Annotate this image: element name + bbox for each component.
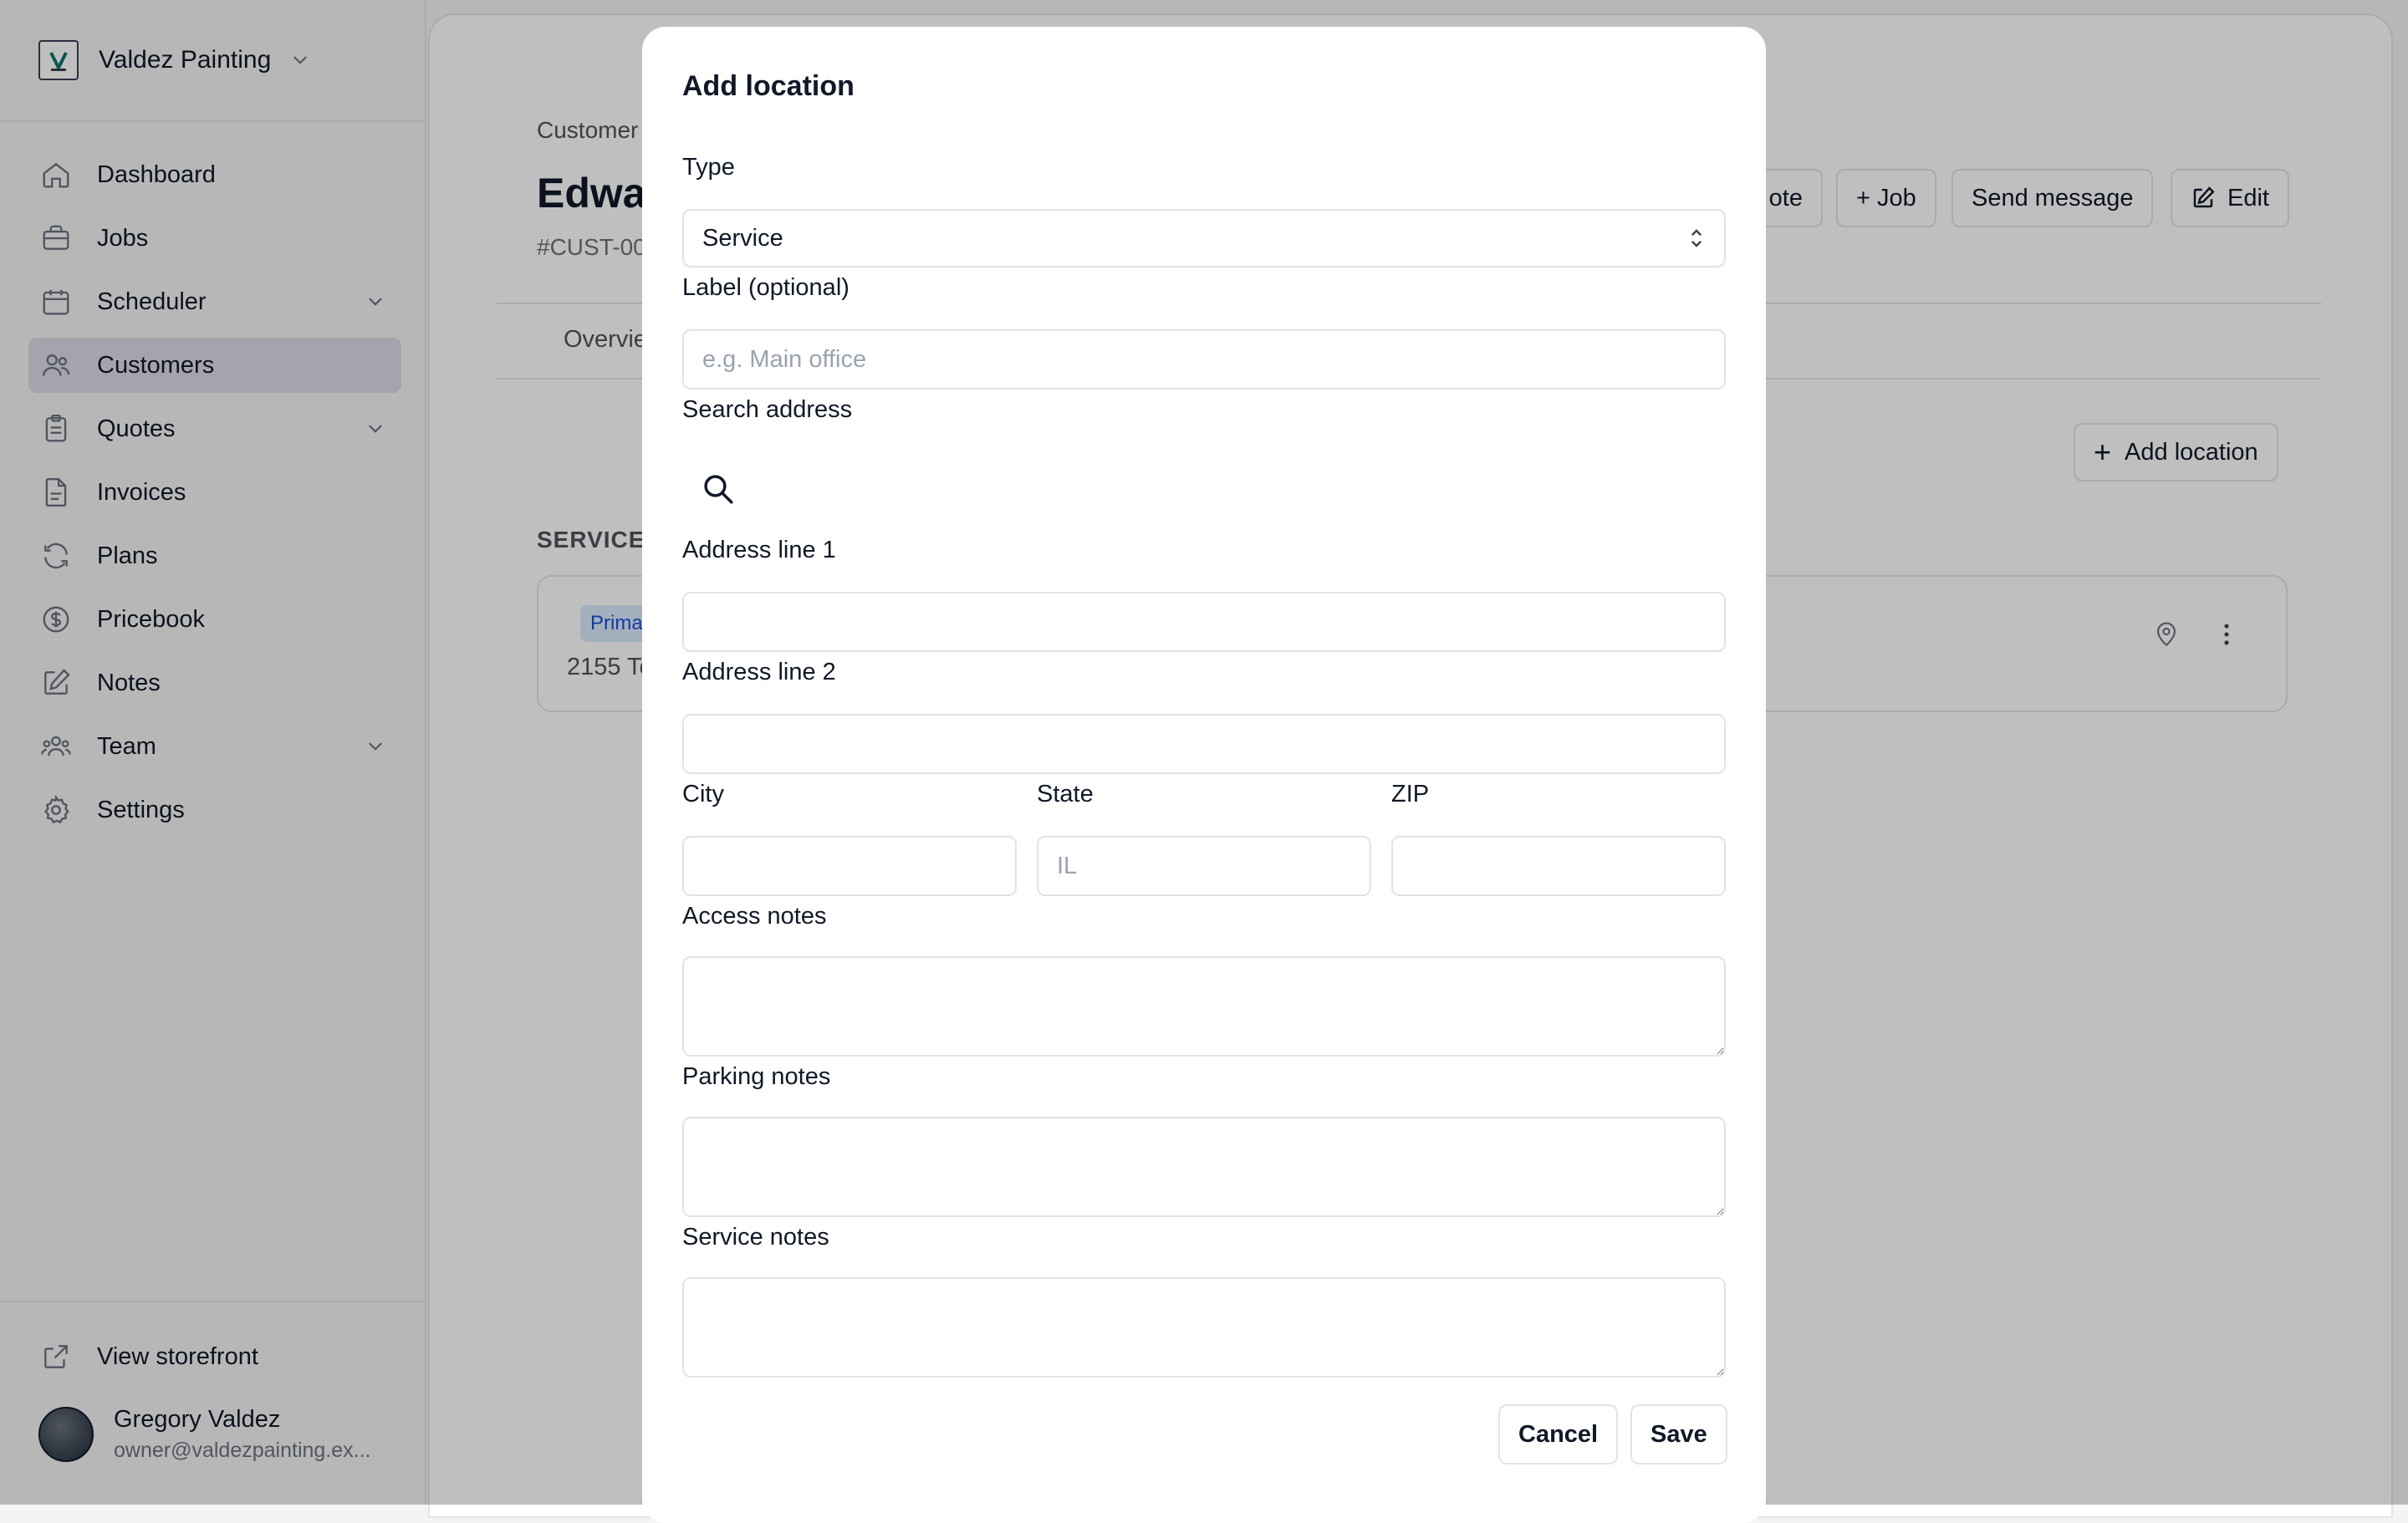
access-notes-label: Access notes xyxy=(682,903,827,930)
type-label: Type xyxy=(682,154,735,181)
label-input[interactable] xyxy=(682,329,1726,390)
address-line-1-input[interactable] xyxy=(682,592,1726,652)
zip-label: ZIP xyxy=(1391,781,1430,807)
address-line-1-label: Address line 1 xyxy=(682,537,836,563)
add-location-modal: Add location Type Service Label (optiona… xyxy=(642,27,1766,1523)
address-line-2-input[interactable] xyxy=(682,714,1726,774)
type-select-value: Service xyxy=(702,224,783,252)
service-notes-label: Service notes xyxy=(682,1224,829,1250)
city-label: City xyxy=(682,781,724,807)
service-notes-textarea[interactable] xyxy=(682,1277,1726,1378)
address-line-2-label: Address line 2 xyxy=(682,659,836,685)
access-notes-textarea[interactable] xyxy=(682,956,1726,1057)
cancel-label: Cancel xyxy=(1518,1420,1599,1448)
parking-notes-label: Parking notes xyxy=(682,1063,831,1090)
label-field-label: Label (optional) xyxy=(682,274,849,301)
modal-title: Add location xyxy=(682,70,855,102)
save-button[interactable]: Save xyxy=(1630,1404,1727,1464)
city-input[interactable] xyxy=(682,836,1017,896)
save-label: Save xyxy=(1650,1420,1707,1448)
cancel-button[interactable]: Cancel xyxy=(1498,1404,1619,1464)
zip-input[interactable] xyxy=(1391,836,1726,896)
search-address-label: Search address xyxy=(682,396,853,423)
chevron-up-down-icon xyxy=(1691,229,1701,247)
parking-notes-textarea[interactable] xyxy=(682,1117,1726,1217)
state-input[interactable] xyxy=(1037,836,1371,896)
search-icon[interactable] xyxy=(701,471,736,507)
state-label: State xyxy=(1037,781,1094,807)
type-select[interactable]: Service xyxy=(682,209,1726,267)
